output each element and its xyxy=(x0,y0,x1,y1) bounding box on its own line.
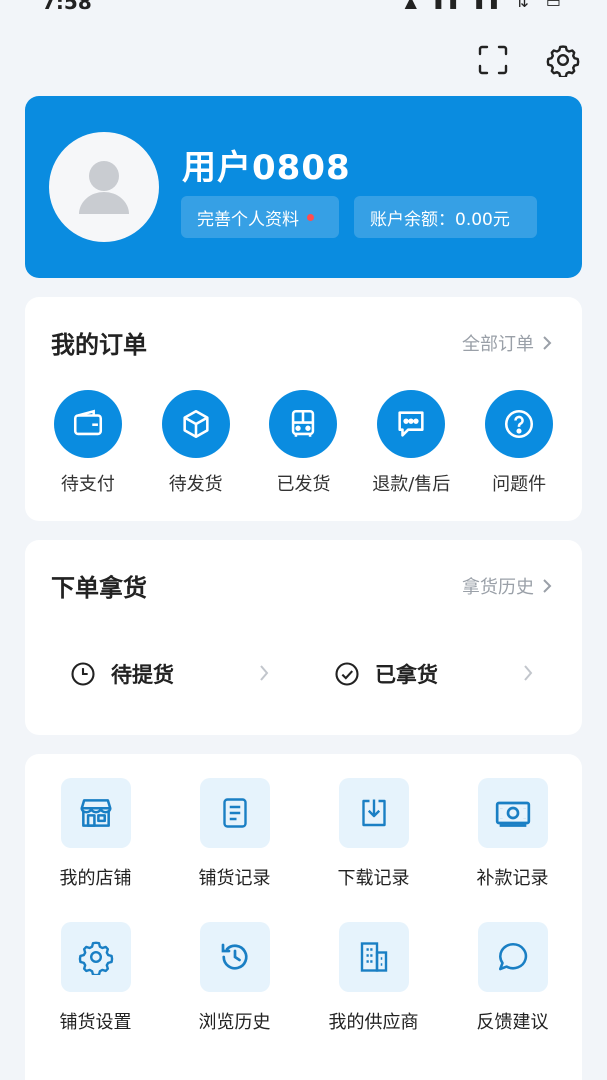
tool-payment-records[interactable]: 补款记录 xyxy=(443,778,582,890)
building-icon xyxy=(338,922,409,992)
order-status-label: 问题件 xyxy=(492,474,547,495)
status-icons: ▲ ▮▮ ▮▮ ⇅ ▭ xyxy=(404,0,567,11)
username: 用户0808 xyxy=(182,148,351,188)
order-status-problem[interactable]: 问题件 xyxy=(469,390,569,496)
document-icon xyxy=(199,778,270,848)
pickup-history-link[interactable]: 拿货历史 xyxy=(462,573,552,599)
order-status-pending-shipment[interactable]: 待发货 xyxy=(146,390,246,496)
picked-up-label: 已拿货 xyxy=(375,663,438,687)
edit-profile-button[interactable]: 完善个人资料 xyxy=(181,196,339,238)
tool-my-store[interactable]: 我的店铺 xyxy=(26,778,165,890)
wallet-icon xyxy=(53,390,122,458)
notification-dot xyxy=(307,213,314,221)
orders-card: 我的订单 全部订单 待支付 待发货 已发货 退款/售后 问题件 xyxy=(25,297,582,521)
clock-icon xyxy=(71,662,95,686)
chevron-right-icon xyxy=(543,336,552,350)
tool-my-suppliers[interactable]: 我的供应商 xyxy=(304,922,443,1034)
header-actions xyxy=(473,40,583,80)
tool-listing-settings[interactable]: 铺货设置 xyxy=(26,922,165,1034)
check-circle-icon xyxy=(335,662,359,686)
avatar-placeholder-icon xyxy=(79,161,129,214)
all-orders-label: 全部订单 xyxy=(462,334,534,355)
gear-icon xyxy=(60,922,131,992)
tool-label: 铺货记录 xyxy=(198,868,271,889)
order-status-label: 待发货 xyxy=(168,474,223,495)
picked-up-row[interactable]: 已拿货 xyxy=(333,654,533,694)
order-status-refund[interactable]: 退款/售后 xyxy=(361,390,461,496)
order-status-list: 待支付 待发货 已发货 退款/售后 问题件 xyxy=(25,390,582,496)
gear-icon[interactable] xyxy=(543,40,583,80)
tool-browse-history[interactable]: 浏览历史 xyxy=(165,922,304,1034)
pending-pickup-label: 待提货 xyxy=(111,663,174,687)
history-icon xyxy=(199,922,270,992)
order-status-pending-payment[interactable]: 待支付 xyxy=(38,390,138,496)
scan-icon[interactable] xyxy=(473,40,513,80)
tool-label: 浏览历史 xyxy=(198,1012,271,1033)
edit-profile-label: 完善个人资料 xyxy=(197,209,299,230)
question-icon xyxy=(485,390,554,458)
order-status-label: 已发货 xyxy=(276,474,331,495)
bus-icon xyxy=(269,390,338,458)
status-bar: 7:58 ▲ ▮▮ ▮▮ ⇅ ▭ xyxy=(0,0,607,14)
tool-label: 我的供应商 xyxy=(328,1012,419,1033)
account-balance-button[interactable]: 账户余额：0.00元 xyxy=(354,196,537,238)
pending-pickup-row[interactable]: 待提货 xyxy=(69,654,269,694)
order-status-label: 退款/售后 xyxy=(372,474,451,495)
tool-feedback[interactable]: 反馈建议 xyxy=(443,922,582,1034)
order-status-shipped[interactable]: 已发货 xyxy=(253,390,353,496)
tools-grid: 我的店铺 铺货记录 下载记录 补款记录 铺货设置 浏览历史 我的供应商 反馈建议 xyxy=(25,778,582,1034)
all-orders-link[interactable]: 全部订单 xyxy=(462,330,552,356)
account-balance-label: 账户余额：0.00元 xyxy=(370,209,510,230)
chevron-right-icon xyxy=(543,579,552,593)
status-time: 7:58 xyxy=(42,0,92,14)
order-status-label: 待支付 xyxy=(60,474,115,495)
tools-card: 我的店铺 铺货记录 下载记录 补款记录 铺货设置 浏览历史 我的供应商 反馈建议 xyxy=(25,754,582,1080)
tool-label: 下载记录 xyxy=(337,868,410,889)
tool-label: 补款记录 xyxy=(476,868,549,889)
avatar[interactable] xyxy=(49,132,159,242)
money-icon xyxy=(477,778,548,848)
pickup-title: 下单拿货 xyxy=(51,574,147,602)
speech-bubble-icon xyxy=(477,922,548,992)
download-icon xyxy=(338,778,409,848)
tool-label: 铺货设置 xyxy=(59,1012,132,1033)
orders-title: 我的订单 xyxy=(51,331,147,359)
tool-label: 我的店铺 xyxy=(59,868,132,889)
tool-download-records[interactable]: 下载记录 xyxy=(304,778,443,890)
tool-listing-records[interactable]: 铺货记录 xyxy=(165,778,304,890)
chevron-right-icon xyxy=(260,665,269,681)
tool-label: 反馈建议 xyxy=(476,1012,549,1033)
pickup-card: 下单拿货 拿货历史 待提货 已拿货 xyxy=(25,540,582,735)
box-icon xyxy=(161,390,230,458)
profile-card[interactable]: 用户0808 完善个人资料 账户余额：0.00元 xyxy=(25,96,582,278)
chevron-right-icon xyxy=(524,665,533,681)
store-icon xyxy=(60,778,131,848)
chat-icon xyxy=(377,390,446,458)
pickup-history-label: 拿货历史 xyxy=(462,577,534,598)
